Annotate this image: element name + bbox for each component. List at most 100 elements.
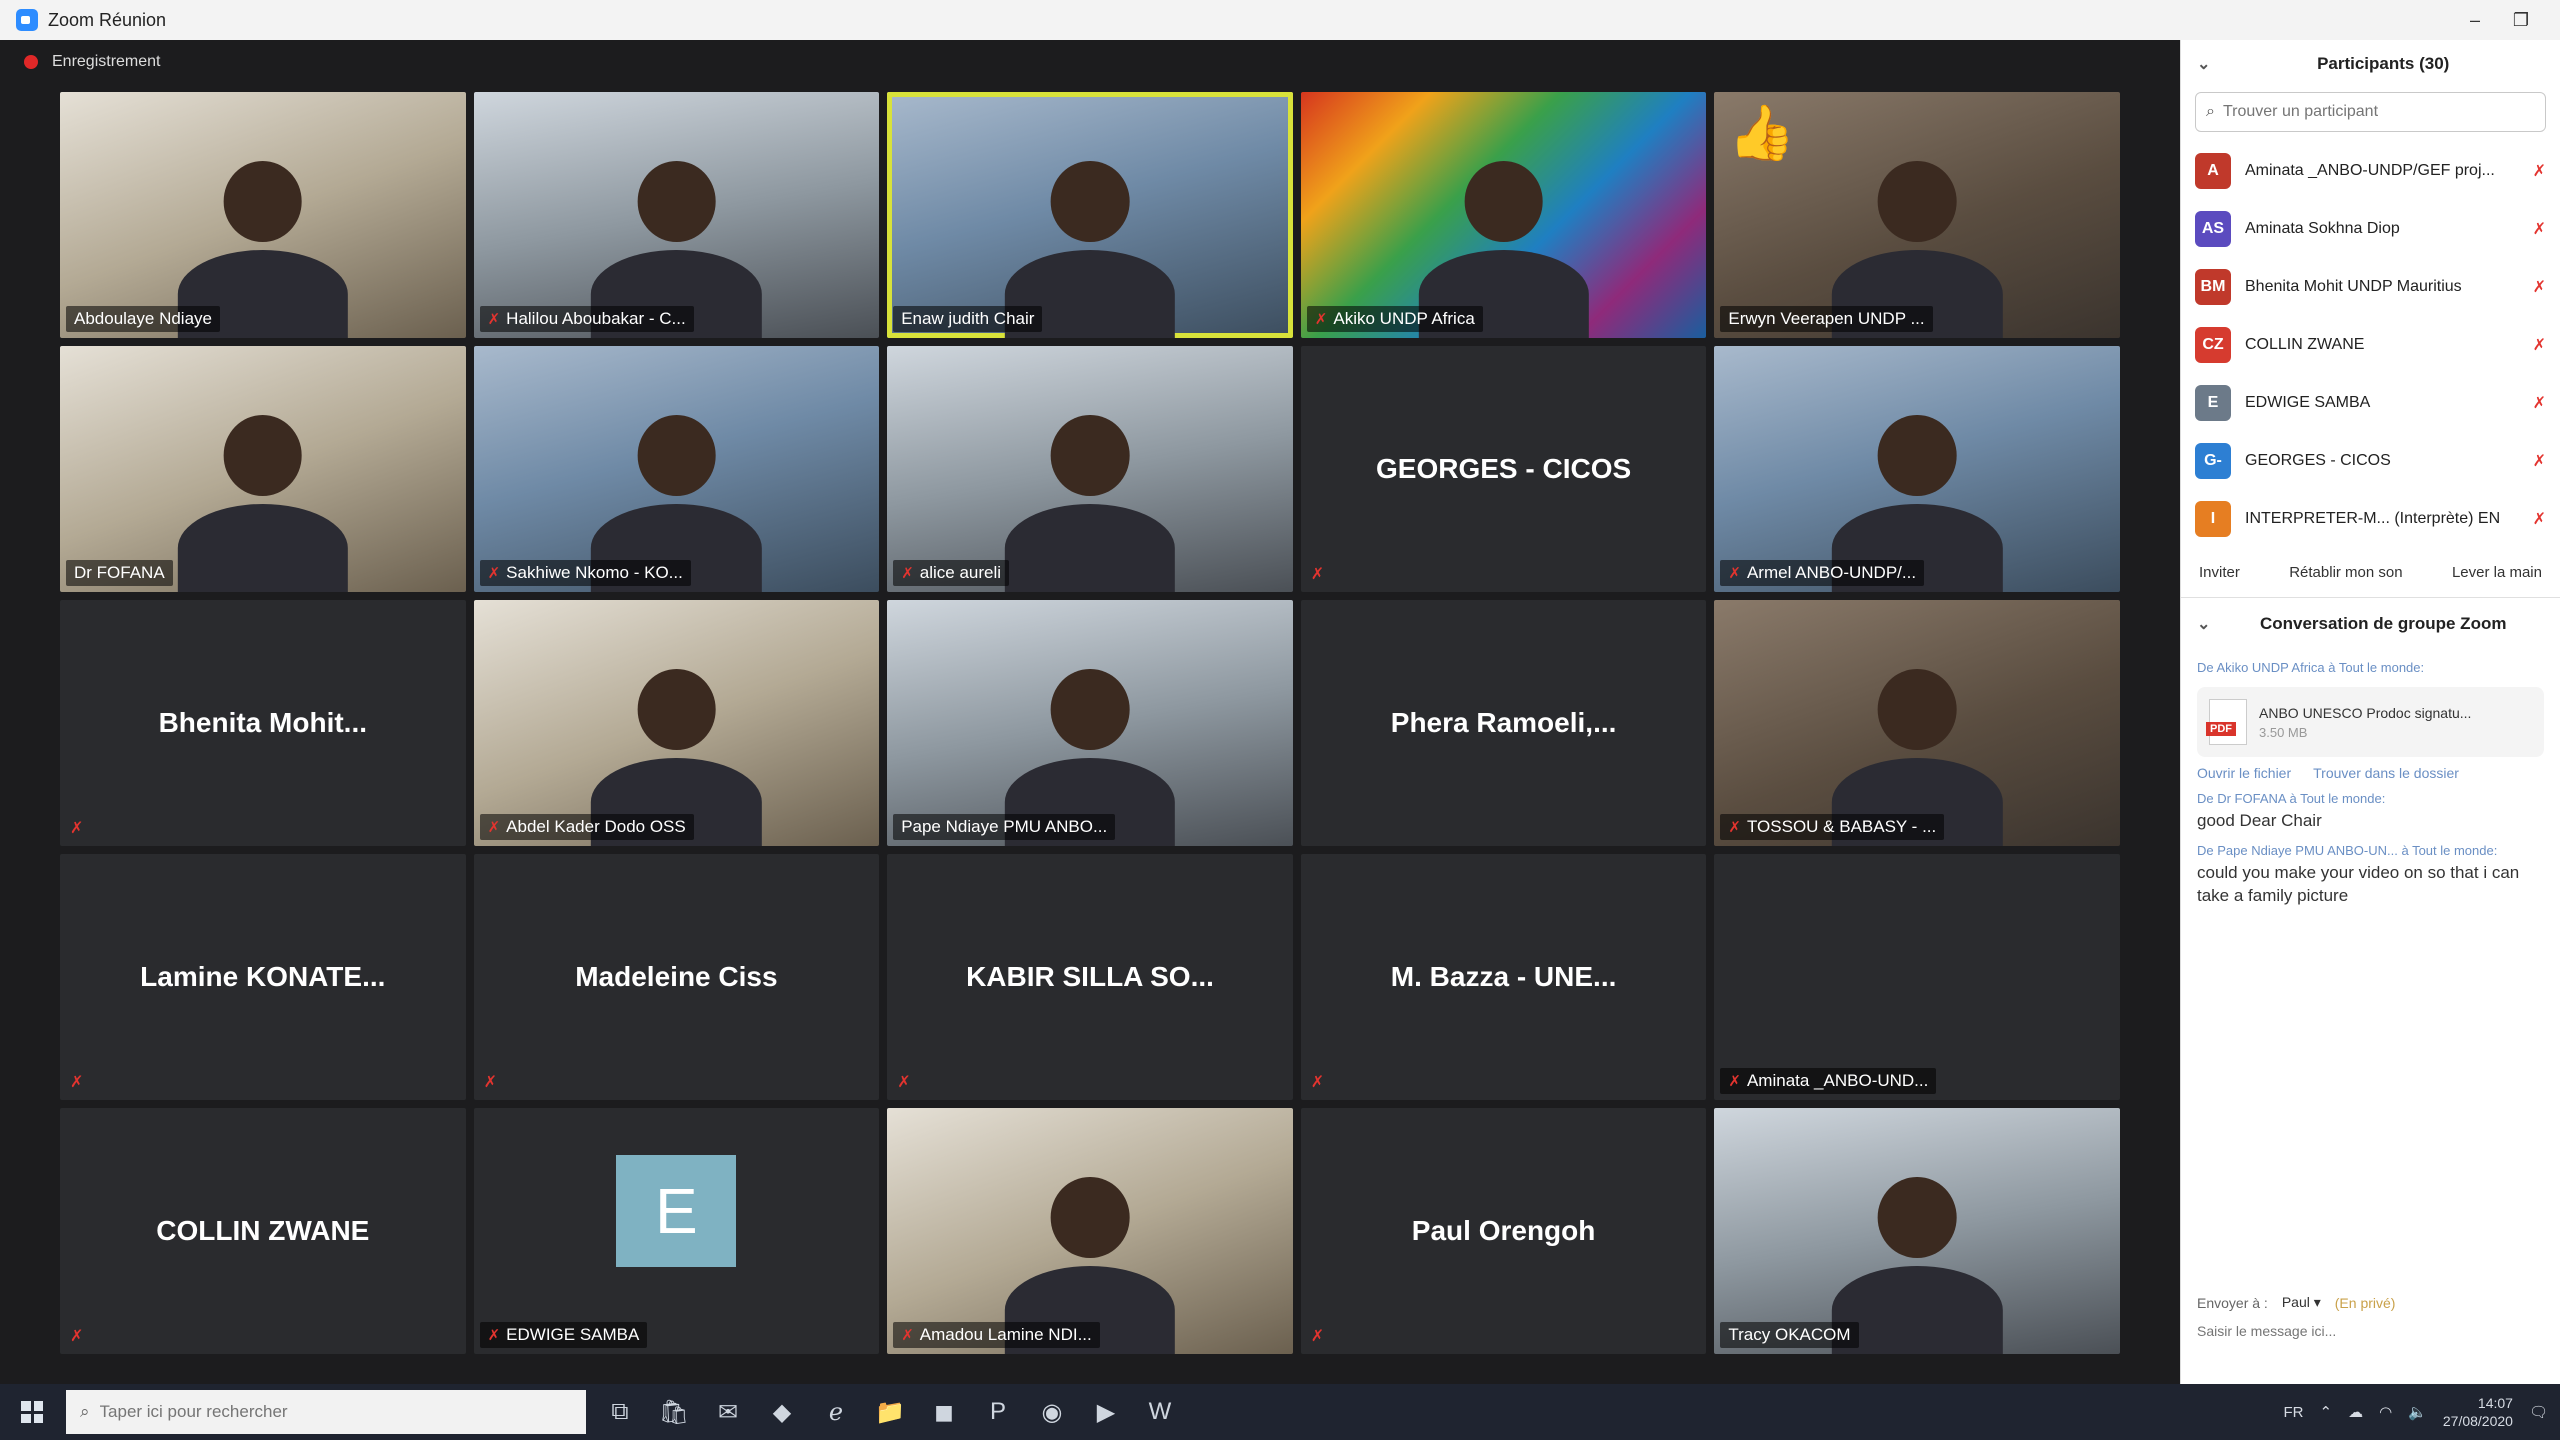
mic-muted-icon: ✗	[483, 1074, 497, 1091]
mic-muted-icon: ✗	[487, 1327, 501, 1344]
chrome-icon[interactable]: ◉	[1032, 1392, 1072, 1432]
mic-muted-icon: ✗	[1314, 311, 1328, 328]
notifications-icon[interactable]: 🗨	[2529, 1403, 2548, 1421]
participant-tile[interactable]: KABIR SILLA SO... ✗	[887, 854, 1293, 1100]
store-icon[interactable]: 🛍	[654, 1392, 694, 1432]
chat-message-input[interactable]	[2197, 1323, 2544, 1363]
participant-name: EDWIGE SAMBA	[506, 1325, 640, 1344]
participant-tile[interactable]: M. Bazza - UNE... ✗	[1300, 854, 1707, 1100]
participant-tile[interactable]: 👍 Erwyn Veerapen UNDP ...	[1714, 92, 2120, 338]
participant-search-input[interactable]	[2222, 103, 2535, 121]
taskbar-search[interactable]: ⌕	[66, 1390, 586, 1434]
participant-name-display: M. Bazza - UNE...	[1390, 961, 1617, 992]
participant-tile[interactable]: ✗ Halilou Aboubakar - C...	[473, 92, 880, 338]
raise-hand-button[interactable]: Lever la main	[2448, 558, 2546, 587]
participant-tile[interactable]: ✗ Armel ANBO-UNDP/...	[1714, 346, 2120, 592]
task-view-icon[interactable]: ⧉	[600, 1392, 640, 1432]
participant-tile[interactable]: Phera Ramoeli,...	[1300, 600, 1707, 846]
participant-name: Pape Ndiaye PMU ANBO...	[901, 817, 1108, 836]
participant-list-item[interactable]: CZ COLLIN ZWANE ✗	[2181, 316, 2560, 374]
mail-icon[interactable]: ✉	[708, 1392, 748, 1432]
start-button[interactable]	[12, 1392, 52, 1432]
participant-list-name: EDWIGE SAMBA	[2245, 394, 2371, 411]
participant-tile[interactable]: GEORGES - CICOS ✗	[1300, 346, 1707, 592]
participant-tile[interactable]: ✗ Amadou Lamine NDI...	[887, 1108, 1293, 1354]
minimize-button[interactable]: –	[2452, 10, 2498, 31]
participant-list-item[interactable]: G- GEORGES - CICOS ✗	[2181, 432, 2560, 490]
file-attachment[interactable]: PDF ANBO UNESCO Prodoc signatu... 3.50 M…	[2197, 687, 2544, 757]
file-name: ANBO UNESCO Prodoc signatu...	[2259, 704, 2472, 721]
chevron-down-icon[interactable]: ⌄	[2197, 54, 2210, 74]
word-icon[interactable]: W	[1140, 1392, 1180, 1432]
dropbox-icon[interactable]: ◆	[762, 1392, 802, 1432]
participant-tile[interactable]: Madeleine Ciss ✗	[473, 854, 880, 1100]
language-indicator[interactable]: FR	[2284, 1404, 2304, 1421]
avatar: A	[2195, 153, 2231, 189]
chevron-down-icon[interactable]: ⌄	[2197, 614, 2210, 634]
invite-button[interactable]: Inviter	[2195, 558, 2244, 587]
open-file-link[interactable]: Ouvrir le fichier	[2197, 765, 2291, 781]
participant-tile[interactable]: Pape Ndiaye PMU ANBO...	[887, 600, 1293, 846]
private-label: (En privé)	[2334, 1294, 2396, 1311]
mic-muted-icon: ✗	[2532, 279, 2546, 296]
mic-muted-icon: ✗	[1310, 1074, 1325, 1091]
participant-list-item[interactable]: A Aminata _ANBO-UNDP/GEF proj... ✗	[2181, 142, 2560, 200]
participant-tile[interactable]: ✗ Akiko UNDP Africa	[1300, 92, 1707, 338]
restore-button[interactable]: ❐	[2498, 10, 2544, 31]
taskbar-search-input[interactable]	[99, 1402, 572, 1422]
participant-name: Abdoulaye Ndiaye	[74, 309, 212, 328]
mic-muted-icon: ✗	[1728, 565, 1741, 582]
participant-label: Abdoulaye Ndiaye	[66, 306, 220, 332]
participant-list-name: GEORGES - CICOS	[2245, 452, 2391, 469]
volume-icon[interactable]: 🔈	[2408, 1403, 2427, 1421]
folder-icon[interactable]: 📁	[870, 1392, 910, 1432]
participant-label: ✗ TOSSOU & BABASY - ...	[1720, 814, 1945, 840]
participant-list-name: Bhenita Mohit UNDP Mauritius	[2245, 278, 2462, 295]
participant-name-display: KABIR SILLA SO...	[966, 961, 1214, 992]
participant-tile[interactable]: Tracy OKACOM	[1714, 1108, 2120, 1354]
participant-tile[interactable]: ✗ Abdel Kader Dodo OSS	[473, 600, 880, 846]
participant-list-item[interactable]: I INTERPRETER-M... (Interprète) EN ✗	[2181, 490, 2560, 548]
participant-label: ✗ Amadou Lamine NDI...	[893, 1322, 1100, 1348]
participant-tile[interactable]: Dr FOFANA	[60, 346, 466, 592]
participant-list-item[interactable]: BM Bhenita Mohit UNDP Mauritius ✗	[2181, 258, 2560, 316]
participant-label: ✗ Armel ANBO-UNDP/...	[1720, 560, 1925, 586]
unmute-button[interactable]: Rétablir mon son	[2285, 558, 2406, 587]
participant-tile[interactable]: ✗ Aminata _ANBO-UND...	[1714, 854, 2120, 1100]
powerpoint-icon[interactable]: P	[978, 1392, 1018, 1432]
title-bar: Zoom Réunion – ❐	[0, 0, 2560, 40]
zoom-icon[interactable]: ▶	[1086, 1392, 1126, 1432]
clock[interactable]: 14:07 27/08/2020	[2443, 1394, 2513, 1430]
participant-tile[interactable]: ✗ TOSSOU & BABASY - ...	[1714, 600, 2120, 846]
participant-name: Dr FOFANA	[74, 563, 165, 582]
participant-list-item[interactable]: E EDWIGE SAMBA ✗	[2181, 374, 2560, 432]
onedrive-icon[interactable]: ☁	[2348, 1403, 2363, 1421]
participant-grid: Abdoulaye Ndiaye ✗ Halilou Aboubakar - C..…	[0, 84, 2180, 1384]
participant-tile[interactable]: Bhenita Mohit... ✗	[60, 600, 466, 846]
participant-tile[interactable]: ✗ alice aureli	[887, 346, 1293, 592]
thumbs-up-reaction-icon: 👍	[1728, 103, 1796, 163]
chevron-up-icon[interactable]: ⌃	[2320, 1403, 2333, 1421]
office-icon[interactable]: ◼	[924, 1392, 964, 1432]
participant-tile[interactable]: COLLIN ZWANE ✗	[60, 1108, 466, 1354]
mic-muted-icon: ✗	[70, 1328, 84, 1345]
participant-list-item[interactable]: AS Aminata Sokhna Diop ✗	[2181, 200, 2560, 258]
participant-tile[interactable]: Enaw judith Chair	[887, 92, 1293, 338]
participant-tile[interactable]: Lamine KONATE... ✗	[60, 854, 466, 1100]
edge-icon[interactable]: ℯ	[816, 1392, 856, 1432]
mic-muted-icon: ✗	[487, 311, 501, 328]
participant-tile[interactable]: Abdoulaye Ndiaye	[60, 92, 466, 338]
send-to-select[interactable]: Paul ▾	[2282, 1294, 2321, 1311]
participant-label: ✗ Aminata _ANBO-UND...	[1720, 1068, 1937, 1094]
participant-tile[interactable]: Paul Orengoh ✗	[1300, 1108, 1707, 1354]
message-text: good Dear Chair	[2197, 811, 2322, 830]
mic-muted-icon: ✗	[70, 1074, 84, 1091]
wifi-icon[interactable]: ◠	[2379, 1403, 2392, 1421]
participant-tile[interactable]: E ✗ EDWIGE SAMBA	[473, 1108, 880, 1354]
show-in-folder-link[interactable]: Trouver dans le dossier	[2313, 765, 2459, 781]
pdf-badge: PDF	[2206, 722, 2236, 736]
avatar: I	[2195, 501, 2231, 537]
participant-tile[interactable]: ✗ Sakhiwe Nkomo - KO...	[473, 346, 880, 592]
participant-video	[1004, 400, 1176, 592]
participant-search[interactable]: ⌕	[2195, 92, 2546, 132]
